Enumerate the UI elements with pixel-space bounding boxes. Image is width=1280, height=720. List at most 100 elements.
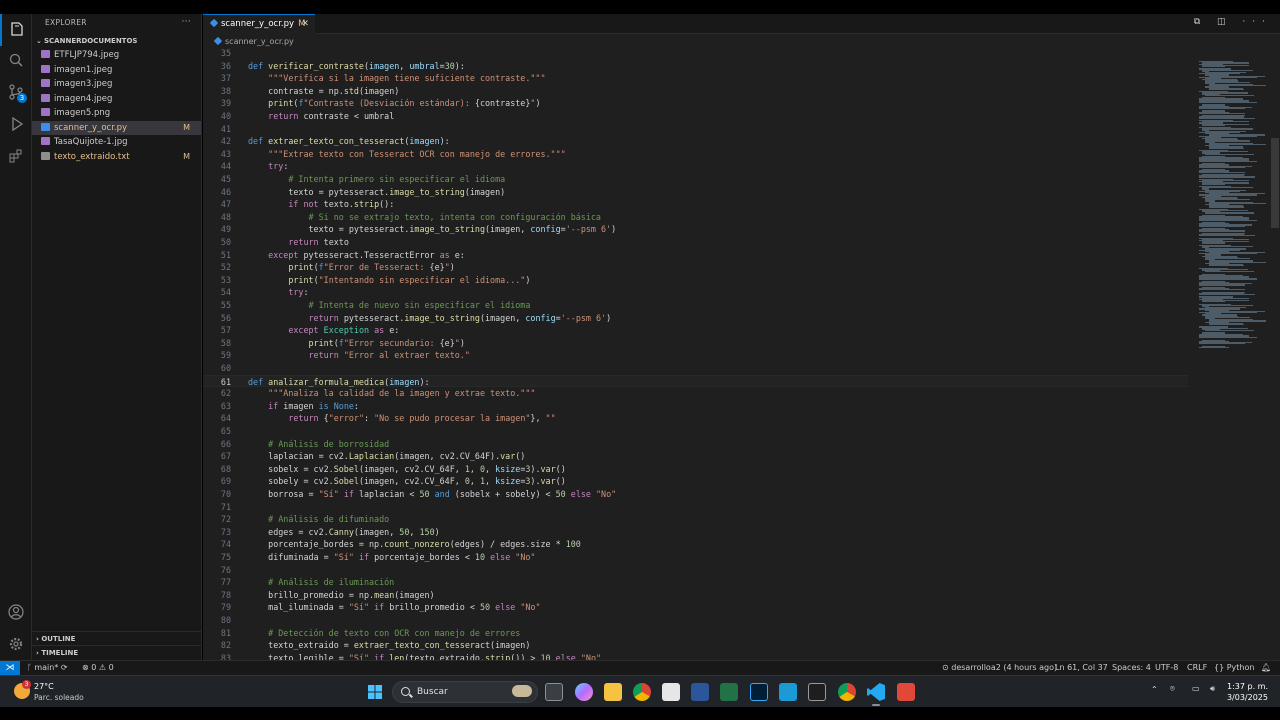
file-item[interactable]: ETFLJP794.jpeg xyxy=(32,48,201,63)
code-line[interactable]: 44 try: xyxy=(203,160,1188,173)
remote-icon[interactable]: ⋊ xyxy=(0,661,20,676)
code-line[interactable]: 72 # Análisis de difuminado xyxy=(203,513,1188,526)
code-line[interactable]: 35 xyxy=(203,48,1188,60)
more-actions-icon[interactable]: ··· xyxy=(182,14,191,31)
photoshop-icon[interactable] xyxy=(750,683,768,701)
code-line[interactable]: 71 xyxy=(203,501,1188,514)
word-icon[interactable] xyxy=(691,683,709,701)
code-line[interactable]: 58 print(f"Error secundario: {e}") xyxy=(203,337,1188,350)
breadcrumb[interactable]: scanner_y_ocr.py xyxy=(213,36,294,48)
file-item[interactable]: imagen3.jpeg xyxy=(32,77,201,92)
chrome-icon[interactable] xyxy=(633,683,651,701)
excel-icon[interactable] xyxy=(720,683,738,701)
code-line[interactable]: 43 """Extrae texto con Tesseract OCR con… xyxy=(203,148,1188,161)
code-line[interactable]: 69 sobely = cv2.Sobel(imagen, cv2.CV_64F… xyxy=(203,475,1188,488)
code-line[interactable]: 77 # Análisis de iluminación xyxy=(203,576,1188,589)
code-line[interactable]: 56 return pytesseract.image_to_string(im… xyxy=(203,312,1188,325)
account-icon[interactable] xyxy=(0,596,32,628)
code-line[interactable]: 73 edges = cv2.Canny(imagen, 50, 150) xyxy=(203,526,1188,539)
code-line[interactable]: 68 sobelx = cv2.Sobel(imagen, cv2.CV_64F… xyxy=(203,463,1188,476)
file-item[interactable]: imagen1.jpeg xyxy=(32,63,201,78)
indentation[interactable]: Spaces: 4 xyxy=(1112,661,1151,675)
code-line[interactable]: 40 return contraste < umbral xyxy=(203,110,1188,123)
code-line[interactable]: 47 if not texto.strip(): xyxy=(203,198,1188,211)
outline-section[interactable]: › OUTLINE xyxy=(32,631,202,645)
notifications-bell-icon[interactable]: 🔔︎ xyxy=(1261,661,1271,675)
display-icon[interactable]: ▭ xyxy=(1192,684,1200,693)
problems-indicator[interactable]: ⊗ 0 ⚠ 0 xyxy=(82,661,114,675)
code-line[interactable]: 81 # Detección de texto con OCR con mane… xyxy=(203,627,1188,640)
file-item[interactable]: imagen4.jpeg xyxy=(32,92,201,107)
chrome-profile-icon[interactable] xyxy=(838,683,856,701)
extensions-icon[interactable] xyxy=(0,140,32,172)
file-item[interactable]: TasaQuijote-1.jpg xyxy=(32,135,201,150)
code-line[interactable]: 74 porcentaje_bordes = np.count_nonzero(… xyxy=(203,538,1188,551)
workspace-folder[interactable]: ⌄ SCANNERDOCUMENTOS xyxy=(32,34,201,48)
system-clock[interactable]: 1:37 p. m. 3/03/2025 xyxy=(1227,681,1268,703)
code-line[interactable]: 59 return "Error al extraer texto." xyxy=(203,349,1188,362)
code-line[interactable]: 63 if imagen is None: xyxy=(203,400,1188,413)
tab-scanner-y-ocr[interactable]: scanner_y_ocr.py M ✕ xyxy=(203,14,315,34)
pdf-reader-icon[interactable] xyxy=(662,683,680,701)
code-line[interactable]: 36 def verificar_contraste(imagen, umbral… xyxy=(203,60,1188,73)
copilot-icon[interactable] xyxy=(575,683,593,701)
code-line[interactable]: 79 mal_iluminada = "Sí" if brillo_promed… xyxy=(203,601,1188,614)
explorer-icon[interactable] xyxy=(0,14,32,46)
close-icon[interactable]: ✕ xyxy=(301,15,309,33)
code-line[interactable]: 39 print(f"Contraste (Desviación estánda… xyxy=(203,97,1188,110)
encoding[interactable]: UTF-8 xyxy=(1155,661,1178,675)
code-line[interactable]: 67 laplacian = cv2.Laplacian(imagen, cv2… xyxy=(203,450,1188,463)
code-line[interactable]: 37 """Verifica si la imagen tiene sufici… xyxy=(203,72,1188,85)
code-line[interactable]: 54 try: xyxy=(203,286,1188,299)
code-line[interactable]: 75 difuminada = "Sí" if porcentaje_borde… xyxy=(203,551,1188,564)
code-line[interactable]: 78 brillo_promedio = np.mean(imagen) xyxy=(203,589,1188,602)
code-line[interactable]: 42 def extraer_texto_con_tesseract(imagen… xyxy=(203,135,1188,148)
code-line[interactable]: 48 # Si no se extrajo texto, intenta con… xyxy=(203,211,1188,224)
search-icon[interactable] xyxy=(0,44,32,76)
code-line[interactable]: 76 xyxy=(203,564,1188,577)
volume-icon[interactable]: 🔊︎ xyxy=(1210,684,1215,694)
recorder-app-icon[interactable] xyxy=(897,683,915,701)
code-line[interactable]: 52 print(f"Error de Tesseract: {e}") xyxy=(203,261,1188,274)
network-icon[interactable]: ⌾ xyxy=(1170,684,1175,694)
editor-actions[interactable]: ⧉ ◫ ··· xyxy=(1194,17,1272,27)
code-line[interactable]: 70 borrosa = "Sí" if laplacian < 50 and … xyxy=(203,488,1188,501)
branch-indicator[interactable]: ᚴ main* ⟳ xyxy=(27,661,68,675)
code-line[interactable]: 57 except Exception as e: xyxy=(203,324,1188,337)
code-line[interactable]: 60 xyxy=(203,362,1188,375)
line-ending[interactable]: CRLF xyxy=(1187,661,1207,675)
file-item[interactable]: scanner_y_ocr.py M xyxy=(32,120,201,135)
code-line[interactable]: 50 return texto xyxy=(203,236,1188,249)
terminal-icon[interactable] xyxy=(808,683,826,701)
settings-gear-icon[interactable] xyxy=(0,628,32,660)
vscode-icon[interactable] xyxy=(867,683,885,701)
code-line[interactable]: 41 xyxy=(203,123,1188,136)
cursor-position[interactable]: Ln 61, Col 37 xyxy=(1055,661,1108,675)
code-line[interactable]: 61 def analizar_formula_medica(imagen): xyxy=(203,374,1188,388)
calculator-app-icon[interactable] xyxy=(779,683,797,701)
code-line[interactable]: 53 print("Intentando sin especificar el … xyxy=(203,274,1188,287)
code-line[interactable]: 38 contraste = np.std(imagen) xyxy=(203,85,1188,98)
run-debug-icon[interactable] xyxy=(0,108,32,140)
minimap[interactable] xyxy=(1193,48,1267,660)
code-line[interactable]: 66 # Análisis de borrosidad xyxy=(203,438,1188,451)
windows-start-icon[interactable] xyxy=(366,683,384,701)
code-line[interactable]: 64 return {"error": "No se pudo procesar… xyxy=(203,412,1188,425)
file-item[interactable]: texto_extraido.txt M xyxy=(32,150,201,165)
code-line[interactable]: 62 """Analiza la calidad de la imagen y … xyxy=(203,387,1188,400)
code-line[interactable]: 55 # Intenta de nuevo sin especificar el… xyxy=(203,299,1188,312)
scrollbar-thumb[interactable] xyxy=(1271,138,1279,228)
code-line[interactable]: 49 texto = pytesseract.image_to_string(i… xyxy=(203,223,1188,236)
code-line[interactable]: 82 texto_extraido = extraer_texto_con_te… xyxy=(203,639,1188,652)
code-line[interactable]: 51 except pytesseract.TesseractError as … xyxy=(203,249,1188,262)
search-highlight-icon[interactable] xyxy=(512,685,532,697)
file-item[interactable]: imagen5.png xyxy=(32,106,201,121)
code-line[interactable]: 46 texto = pytesseract.image_to_string(i… xyxy=(203,186,1188,199)
source-control-icon[interactable]: 3 xyxy=(0,76,32,108)
code-editor[interactable]: 35 36 def verificar_contraste(imagen, umbr… xyxy=(203,48,1188,660)
language-mode[interactable]: {} Python xyxy=(1214,661,1254,675)
code-line[interactable]: 83 texto_legible = "Sí" if len(texto_ext… xyxy=(203,652,1188,660)
timeline-section[interactable]: › TIMELINE xyxy=(32,645,202,659)
task-view-icon[interactable] xyxy=(545,683,563,701)
tray-chevron-icon[interactable]: ⌃ xyxy=(1151,685,1158,694)
